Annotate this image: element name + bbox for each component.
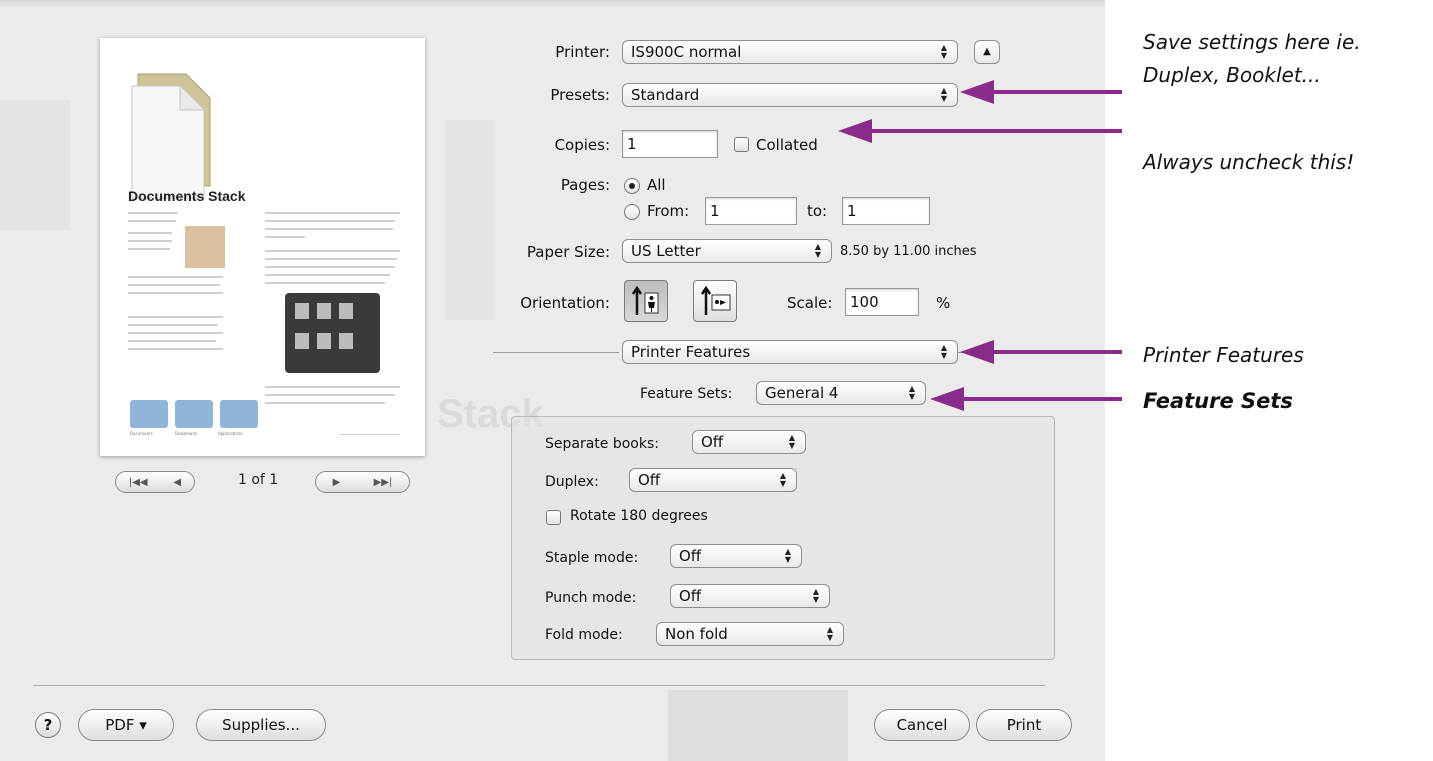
arrow-to-presets xyxy=(960,80,1122,104)
arrow-to-printer-features xyxy=(960,340,1122,364)
arrow-to-collated xyxy=(838,119,1122,143)
arrow-to-feature-sets xyxy=(930,387,1122,411)
annotation-arrows xyxy=(838,80,1122,411)
